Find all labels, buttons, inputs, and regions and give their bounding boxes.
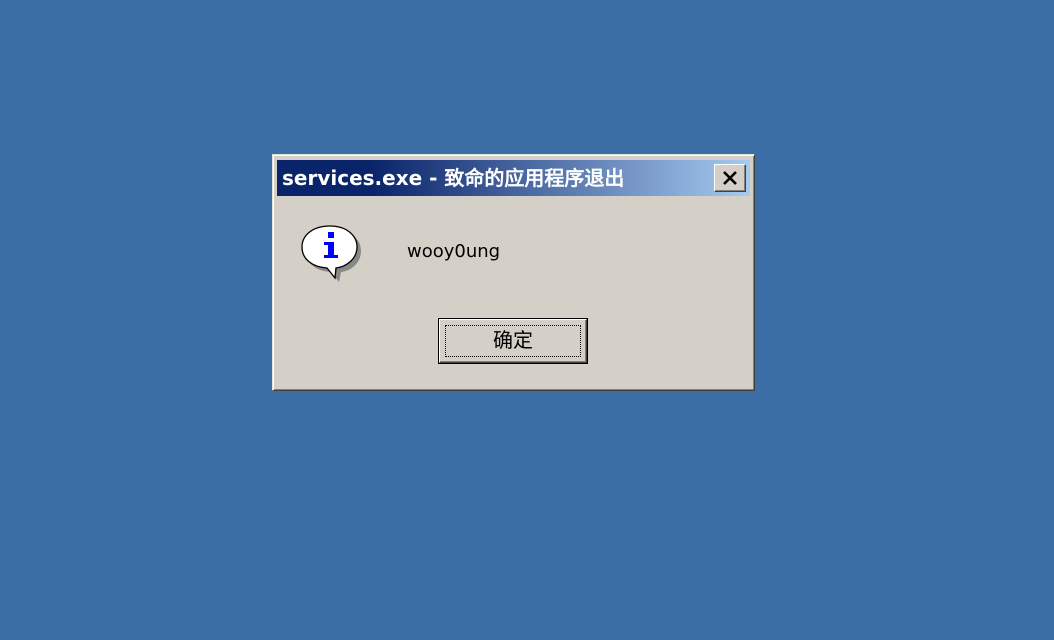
message-text: wooy0ung (407, 241, 501, 262)
close-button[interactable] (714, 164, 746, 192)
information-icon (301, 225, 361, 282)
close-icon (723, 171, 737, 185)
ok-button-label: 确定 (493, 328, 533, 352)
dialog-titlebar[interactable]: services.exe - 致命的应用程序退出 (277, 160, 750, 196)
dialog-title: services.exe - 致命的应用程序退出 (282, 166, 625, 190)
ok-button[interactable]: 确定 (438, 318, 588, 364)
